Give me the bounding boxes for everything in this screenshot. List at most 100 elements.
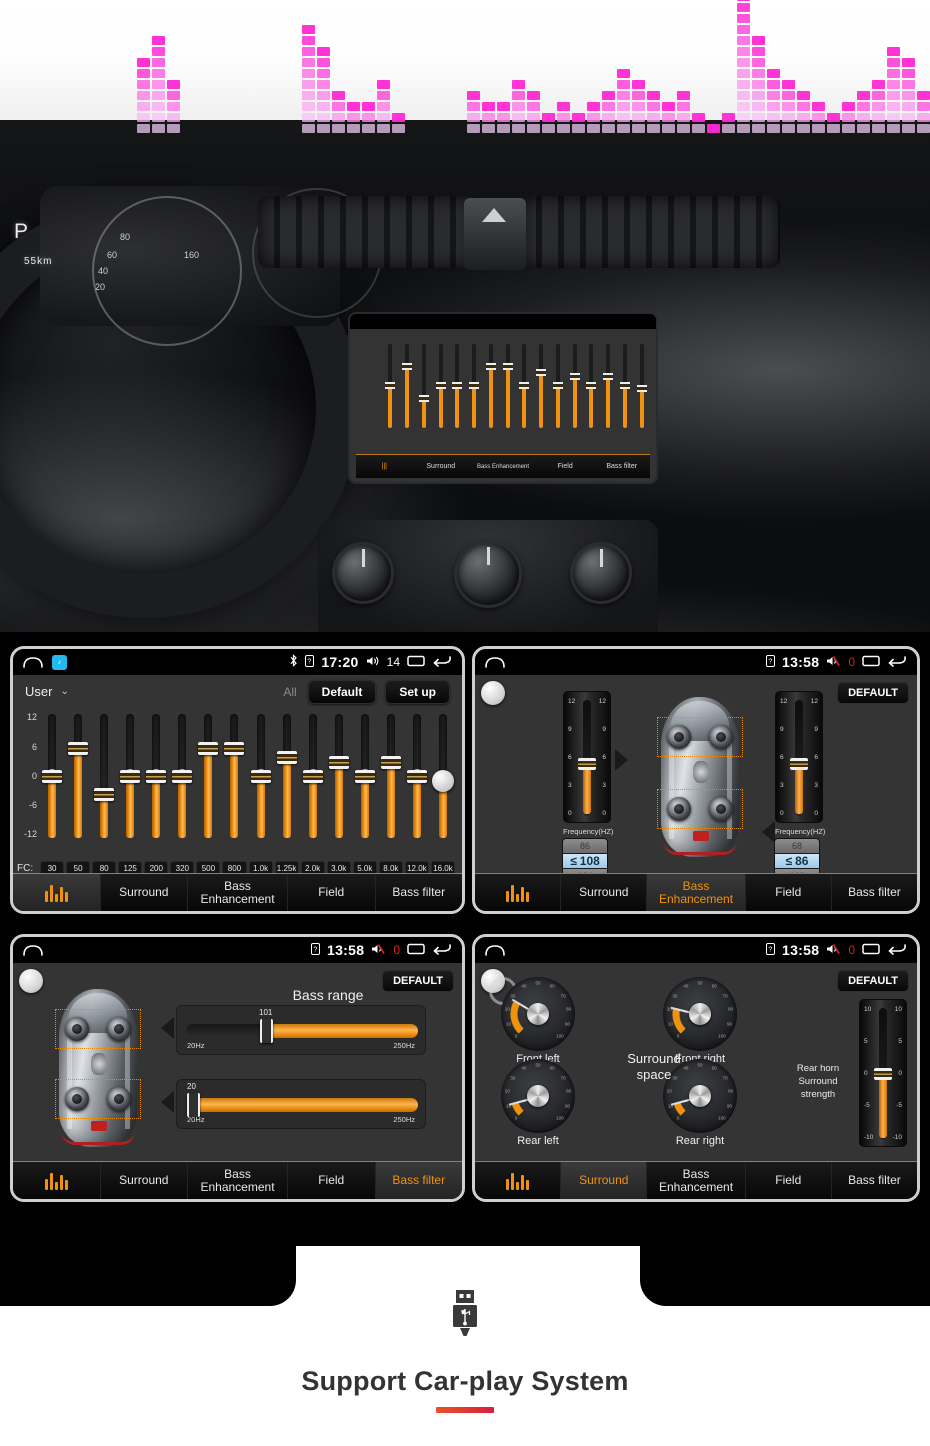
eq-band-slider[interactable] — [91, 712, 117, 840]
eq-thumb[interactable] — [354, 770, 375, 783]
tab-bar[interactable]: Surround Bass Enhancement Field Bass filter — [13, 1161, 462, 1199]
tab-field[interactable]: Field — [746, 1162, 832, 1199]
eq-band-slider[interactable] — [143, 712, 169, 840]
gauge-dial[interactable]: 0102030405060708090100 — [501, 977, 575, 1051]
eq-thumb[interactable] — [68, 742, 89, 755]
eq-thumb[interactable] — [224, 742, 245, 755]
tab-bass-filter[interactable]: Bass filter — [832, 1162, 917, 1199]
eq-thumb[interactable] — [146, 770, 167, 783]
equalizer-icon[interactable] — [13, 874, 101, 911]
frequency-selected[interactable]: ≤ 108 — [563, 854, 607, 869]
setup-button[interactable]: Set up — [385, 679, 450, 704]
eq-thumb[interactable] — [42, 770, 63, 783]
gauge-front-left[interactable]: 0102030405060708090100Front left — [501, 977, 581, 1071]
eq-thumb-active[interactable] — [431, 770, 454, 792]
eq-band-slider[interactable] — [404, 712, 430, 840]
equalizer-icon[interactable] — [13, 1162, 101, 1199]
eq-band-slider[interactable] — [221, 712, 247, 840]
music-app-badge[interactable]: ♪ — [52, 654, 67, 670]
equalizer-icon[interactable] — [475, 874, 562, 911]
tab-surround[interactable]: Surround — [561, 1162, 648, 1199]
volume-mute-icon[interactable] — [826, 655, 841, 670]
eq-band-slider[interactable] — [300, 712, 326, 840]
panel-bass-filter[interactable]: ? 13:58 0 DEFAULT Bass range 101 20Hz 25… — [10, 934, 465, 1202]
back-icon[interactable] — [887, 942, 907, 958]
volume-mute-icon[interactable] — [826, 943, 841, 958]
eq-band-slider[interactable] — [39, 712, 65, 840]
frequency-selected[interactable]: ≤ 86 — [775, 854, 819, 869]
eq-thumb[interactable] — [250, 770, 271, 783]
frequency-option[interactable]: 86 — [563, 839, 607, 854]
eq-band-slider[interactable] — [169, 712, 195, 840]
tab-bar[interactable]: Surround Bass Enhancement Field Bass filter — [475, 1161, 917, 1199]
panel-surround[interactable]: ? 13:58 0 DEFAULT 0 10 20 30 40 50 60 70 80 90 100… — [472, 934, 920, 1202]
gauge-dial[interactable]: 0102030405060708090100 — [501, 1059, 575, 1133]
volume-icon[interactable] — [366, 655, 380, 670]
frequency-option[interactable]: 68 — [775, 839, 819, 854]
recents-icon[interactable] — [407, 942, 425, 958]
recents-icon[interactable] — [862, 942, 880, 958]
climate-knob-left[interactable] — [332, 542, 394, 604]
eq-thumb[interactable] — [94, 788, 115, 801]
equalizer-icon[interactable] — [475, 1162, 562, 1199]
power-toggle[interactable] — [19, 969, 43, 993]
eq-thumb[interactable] — [380, 756, 401, 769]
tab-field[interactable]: Field — [746, 874, 832, 911]
eq-thumb[interactable] — [276, 751, 297, 764]
tab-bar[interactable]: Surround Bass Enhancement Field Bass filter — [13, 873, 462, 911]
eq-band-slider[interactable] — [117, 712, 143, 840]
default-button[interactable]: Default — [307, 679, 377, 704]
gauge-dial[interactable]: 0102030405060708090100 — [663, 977, 737, 1051]
left-bass-slider[interactable]: 12 12 9 9 6 6 3 3 0 0 — [563, 691, 611, 823]
eq-band-slider[interactable] — [248, 712, 274, 840]
right-bass-slider[interactable]: 12 12 9 9 6 6 3 3 0 0 — [775, 691, 823, 823]
recents-icon[interactable] — [407, 654, 425, 670]
power-toggle[interactable] — [481, 681, 505, 705]
panel-bass-enhancement[interactable]: ? 13:58 0 DEFAULT 12 12 9 9 6 6 3 3 0 0 … — [472, 646, 920, 914]
tab-bass-enhancement[interactable]: Bass Enhancement — [188, 1162, 288, 1199]
home-icon[interactable] — [23, 656, 43, 668]
eq-thumb[interactable] — [328, 756, 349, 769]
eq-thumb[interactable] — [302, 770, 323, 783]
home-icon[interactable] — [485, 944, 505, 956]
tab-field[interactable]: Field — [288, 1162, 376, 1199]
eq-band-slider[interactable] — [326, 712, 352, 840]
eq-thumb[interactable] — [172, 770, 193, 783]
eq-band-slider[interactable] — [65, 712, 91, 840]
climate-knob-center[interactable] — [454, 540, 522, 608]
panel-equalizer[interactable]: ♪ ? 17:20 14 User ⌄ All Default Set up 1… — [10, 646, 465, 914]
eq-band-slider[interactable] — [378, 712, 404, 840]
tab-surround[interactable]: Surround — [561, 874, 648, 911]
tab-bass-filter[interactable]: Bass filter — [375, 1162, 462, 1199]
surround-strength-slider[interactable]: 10 10 5 5 0 0 -5 -5 -10 -10 — [859, 999, 907, 1147]
eq-thumb[interactable] — [120, 770, 141, 783]
tab-bass-filter[interactable]: Bass filter — [376, 874, 463, 911]
tab-field[interactable]: Field — [288, 874, 376, 911]
eq-sliders[interactable]: 12 6 0 -6 -12 — [13, 708, 462, 858]
eq-band-slider[interactable] — [195, 712, 221, 840]
tab-surround[interactable]: Surround — [101, 874, 189, 911]
head-unit-screen[interactable]: ||| Surround Bass Enhancement Field Bass… — [348, 312, 658, 484]
default-button[interactable]: DEFAULT — [837, 682, 909, 704]
back-icon[interactable] — [887, 654, 907, 670]
eq-band-slider[interactable] — [352, 712, 378, 840]
back-icon[interactable] — [432, 654, 452, 670]
hazard-button-area[interactable] — [464, 198, 526, 270]
eq-band-slider[interactable] — [274, 712, 300, 840]
eq-thumb[interactable] — [406, 770, 427, 783]
bass-range-slider-2[interactable]: 20 20Hz 250Hz — [176, 1079, 426, 1129]
tab-bass-enhancement[interactable]: Bass Enhancement — [647, 1162, 746, 1199]
volume-mute-icon[interactable] — [371, 943, 386, 958]
tab-bass-enhancement[interactable]: Bass Enhancement — [188, 874, 288, 911]
eq-thumb[interactable] — [198, 742, 219, 755]
default-button[interactable]: DEFAULT — [837, 970, 909, 992]
tab-bass-enhancement[interactable]: Bass Enhancement — [647, 874, 746, 911]
tab-surround[interactable]: Surround — [101, 1162, 189, 1199]
bass-range-slider-1[interactable]: 101 20Hz 250Hz — [176, 1005, 426, 1055]
preset-selector[interactable]: User ⌄ — [25, 684, 69, 699]
home-icon[interactable] — [485, 656, 505, 668]
back-icon[interactable] — [432, 942, 452, 958]
tab-bass-filter[interactable]: Bass filter — [832, 874, 917, 911]
home-icon[interactable] — [23, 944, 43, 956]
recents-icon[interactable] — [862, 654, 880, 670]
